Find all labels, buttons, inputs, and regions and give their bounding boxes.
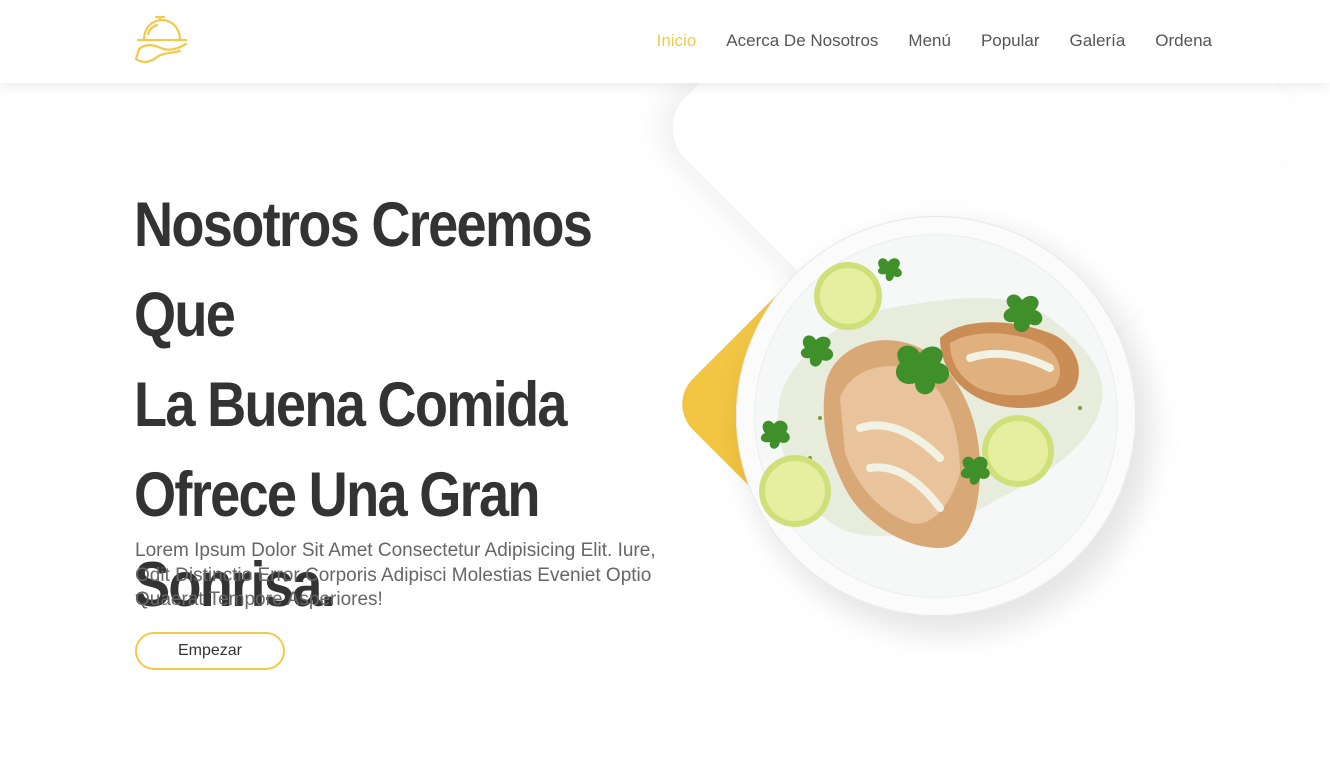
- hero-title-line: Ofrece Una Gran: [134, 460, 541, 530]
- empezar-button[interactable]: Empezar: [135, 632, 285, 670]
- hero-title-line: Nosotros Creemos Que: [134, 190, 593, 350]
- nav-item-menu[interactable]: Menú: [908, 31, 951, 51]
- hero-description: Lorem Ipsum Dolor Sit Amet Consectetur A…: [135, 540, 656, 610]
- hero-title-line: La Buena Comida: [134, 370, 568, 440]
- nav-item-inicio[interactable]: Inicio: [657, 31, 697, 51]
- grilled-chicken-plate-icon: [759, 258, 1103, 548]
- cloche-logo-icon[interactable]: [134, 14, 192, 66]
- hero-art: [640, 83, 1330, 768]
- nav-item-galeria[interactable]: Galería: [1070, 31, 1126, 51]
- main-nav: Inicio Acerca De Nosotros Menú Popular G…: [657, 31, 1212, 51]
- site-header: Inicio Acerca De Nosotros Menú Popular G…: [0, 0, 1330, 83]
- nav-item-ordena[interactable]: Ordena: [1155, 31, 1212, 51]
- nav-item-acerca[interactable]: Acerca De Nosotros: [726, 31, 878, 51]
- nav-item-popular[interactable]: Popular: [981, 31, 1040, 51]
